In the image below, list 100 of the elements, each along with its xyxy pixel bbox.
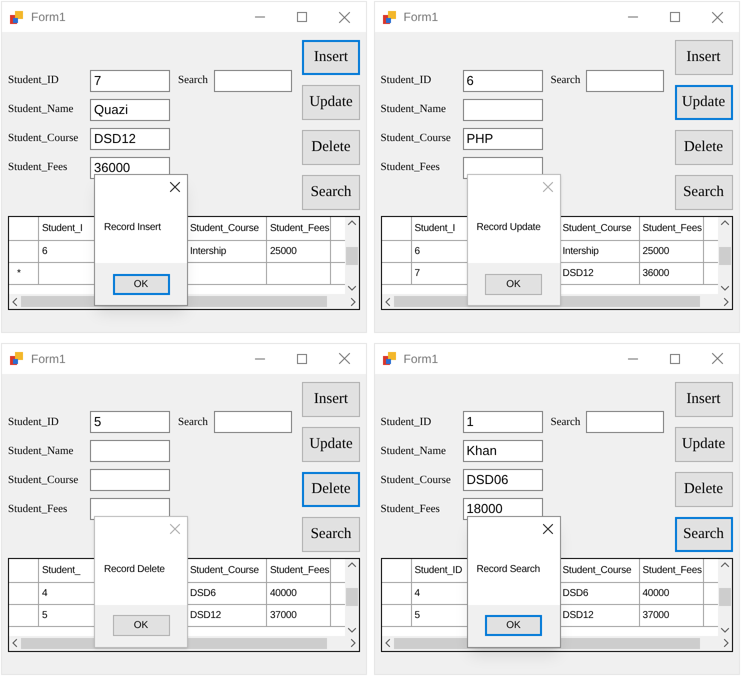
column-header[interactable]: Student_Fees [270, 562, 330, 578]
action-button[interactable]: Insert [302, 40, 360, 75]
ok-button[interactable]: OK [485, 615, 542, 636]
vertical-scrollbar[interactable] [345, 217, 359, 294]
close-icon[interactable] [542, 524, 552, 534]
field-label: Student_Fees [380, 160, 441, 176]
vertical-scrollbar[interactable] [345, 558, 359, 636]
search-field[interactable] [214, 70, 292, 92]
action-button[interactable]: Search [302, 175, 360, 210]
column-header[interactable]: Student_Fees [642, 562, 702, 578]
dialog-message: Record Insert [104, 221, 161, 235]
text-field[interactable] [90, 440, 170, 462]
column-header[interactable]: Student_Course [190, 221, 259, 236]
table-cell-text: 36000 [642, 267, 670, 281]
column-header[interactable]: Student_ID [414, 562, 462, 578]
ok-button[interactable]: OK [485, 274, 542, 294]
search-field[interactable] [214, 411, 292, 433]
window-title: Form1 [31, 9, 66, 26]
scroll-up-icon[interactable] [348, 562, 356, 566]
window-title: Form1 [404, 9, 438, 26]
scroll-left-icon[interactable] [12, 639, 17, 647]
app-icon [382, 10, 396, 24]
scrollbar-thumb[interactable] [718, 588, 730, 606]
action-button[interactable]: Update [302, 426, 360, 462]
action-button[interactable]: Delete [302, 472, 360, 506]
scroll-up-icon[interactable] [720, 562, 728, 566]
action-button[interactable]: Insert [302, 382, 360, 416]
text-field[interactable]: Quazi [90, 98, 170, 120]
scroll-up-icon[interactable] [720, 220, 728, 225]
search-label: Search [550, 414, 580, 430]
window-title: Form1 [31, 350, 66, 368]
field-label: Student_Name [8, 444, 74, 459]
text-field[interactable]: 6 [462, 70, 542, 92]
search-field[interactable] [586, 411, 664, 433]
table-cell-text: DSD6 [562, 586, 588, 600]
text-field[interactable]: DSD06 [462, 469, 542, 491]
scroll-down-icon[interactable] [348, 286, 356, 291]
action-button[interactable]: Delete [302, 130, 360, 165]
field-label: Student_Name [8, 102, 74, 118]
column-header[interactable]: Student_Course [562, 562, 632, 578]
maximize-icon[interactable] [297, 12, 307, 22]
scrollbar-thumb[interactable] [718, 246, 730, 264]
table-cell-text: 5 [42, 608, 48, 622]
table-cell-text: 25000 [270, 245, 297, 259]
text-field[interactable] [462, 98, 542, 120]
table-cell-text: Intership [562, 245, 599, 259]
dialog-message: Record Update [476, 221, 541, 235]
scroll-left-icon[interactable] [384, 298, 390, 306]
scrollbar-thumb[interactable] [346, 246, 358, 264]
vertical-scrollbar[interactable] [718, 217, 732, 294]
scroll-left-icon[interactable] [12, 298, 17, 306]
action-button[interactable]: Update [674, 426, 732, 462]
scroll-down-icon[interactable] [348, 628, 356, 632]
ok-button[interactable]: OK [112, 615, 170, 636]
action-button[interactable]: Update [674, 85, 732, 120]
action-button[interactable]: Search [302, 516, 360, 552]
scroll-right-icon[interactable] [724, 639, 728, 647]
table-cell-text: 40000 [270, 586, 297, 600]
search-label: Search [550, 73, 580, 88]
field-label: Student_Course [8, 472, 80, 488]
scroll-right-icon[interactable] [351, 298, 356, 306]
scroll-left-icon[interactable] [384, 639, 390, 647]
maximize-icon[interactable] [297, 354, 307, 364]
action-button[interactable]: Insert [674, 382, 732, 416]
field-label: Student_Name [380, 102, 447, 118]
column-header[interactable]: Student_ [42, 562, 80, 578]
search-field[interactable] [586, 70, 664, 92]
column-header[interactable]: Student_Course [562, 221, 632, 236]
text-field[interactable]: DSD12 [90, 128, 170, 150]
text-field[interactable]: 5 [90, 411, 170, 433]
field-label: Student_Name [380, 444, 447, 459]
maximize-icon[interactable] [670, 12, 680, 22]
ok-button[interactable]: OK [112, 274, 170, 294]
maximize-icon[interactable] [670, 354, 680, 364]
column-header[interactable]: Student_Course [190, 562, 259, 578]
column-header[interactable]: Student_Fees [642, 221, 702, 236]
text-field[interactable]: Khan [462, 440, 542, 462]
action-button[interactable]: Insert [674, 40, 732, 75]
action-button[interactable]: Delete [674, 130, 732, 165]
scroll-right-icon[interactable] [351, 639, 356, 647]
text-field[interactable]: 1 [462, 411, 542, 433]
action-button[interactable]: Update [302, 85, 360, 120]
scroll-right-icon[interactable] [724, 298, 728, 306]
column-header[interactable]: Student_I [42, 221, 83, 236]
text-field[interactable]: PHP [462, 128, 542, 150]
text-field[interactable] [90, 469, 170, 491]
action-button[interactable]: Search [674, 516, 732, 552]
vertical-scrollbar[interactable] [718, 558, 732, 636]
close-icon[interactable] [170, 182, 180, 192]
scroll-down-icon[interactable] [720, 628, 728, 632]
search-label: Search [178, 73, 208, 88]
column-header[interactable]: Student_Fees [270, 221, 330, 236]
column-header[interactable]: Student_I [414, 221, 456, 236]
text-field[interactable]: 7 [90, 70, 170, 92]
action-button[interactable]: Search [674, 175, 732, 210]
scrollbar-thumb[interactable] [346, 588, 358, 606]
action-button[interactable]: Delete [674, 472, 732, 506]
scroll-down-icon[interactable] [720, 286, 728, 291]
table-cell-text: 40000 [642, 586, 670, 600]
scroll-up-icon[interactable] [348, 220, 356, 225]
